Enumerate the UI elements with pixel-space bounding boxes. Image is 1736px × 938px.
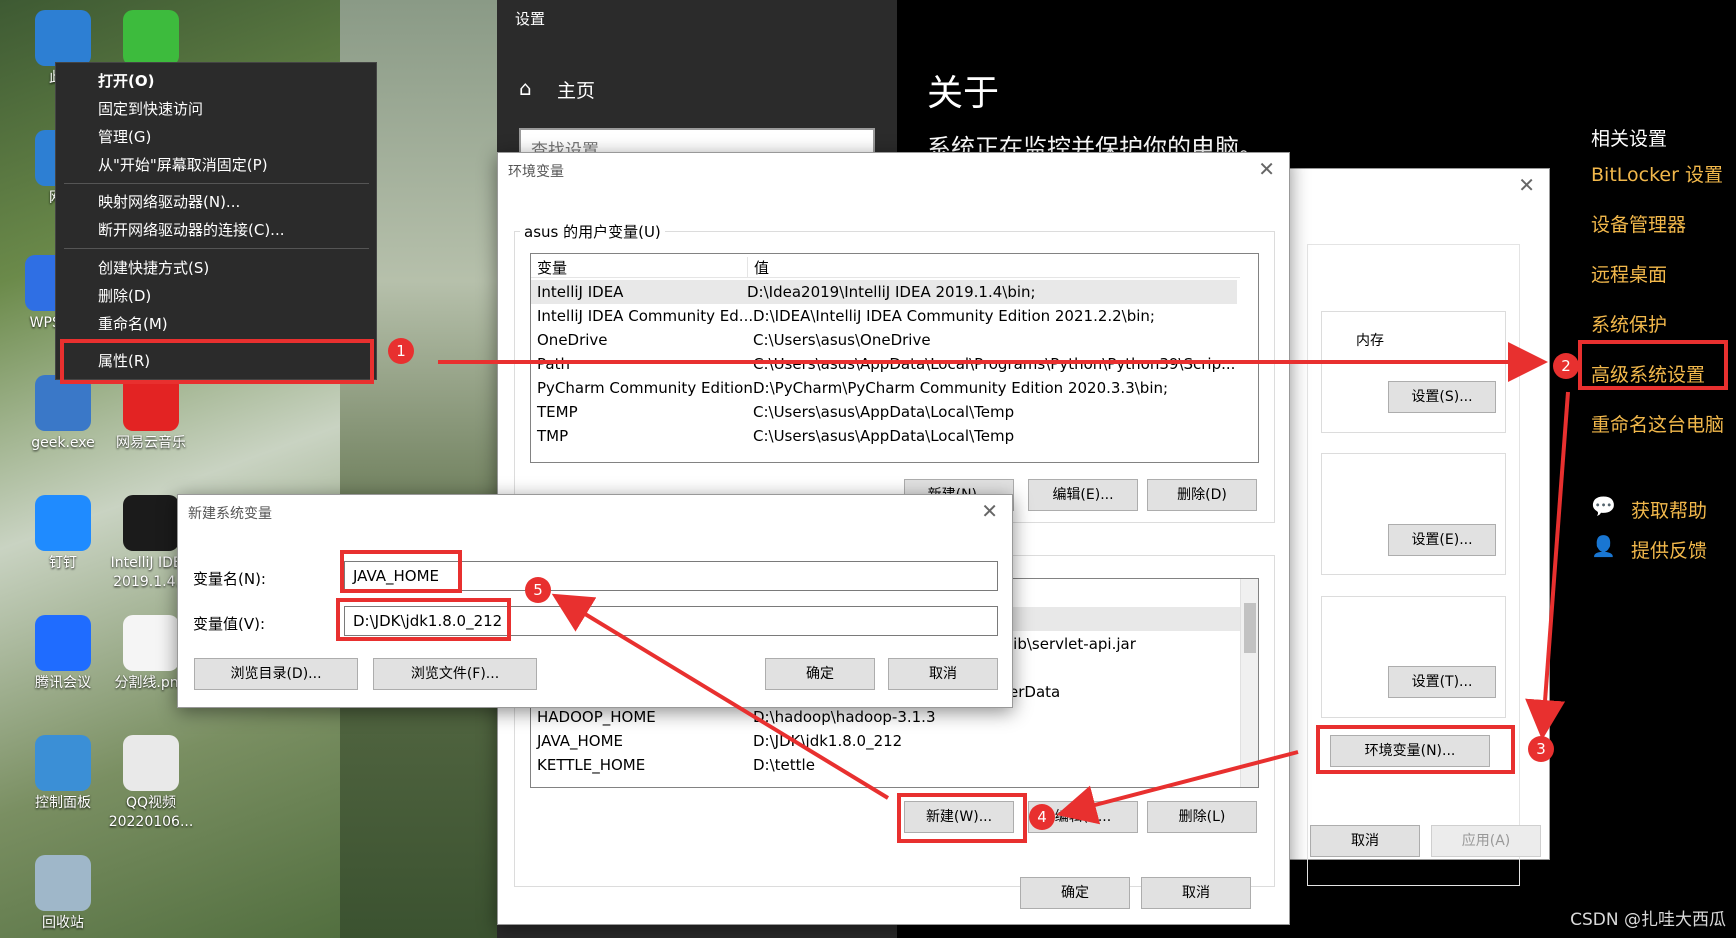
annotation-arrows [438,342,1570,825]
step-badge-1: 1 [388,338,414,364]
step-badge-4: 4 [1029,804,1055,830]
arrow-step-3 [1056,750,1299,825]
step-badge-2: 2 [1553,353,1579,379]
step-badge-3: 3 [1528,736,1554,762]
watermark: CSDN @扎哇大西瓜 [1570,910,1726,930]
step-badge-5: 5 [525,577,551,603]
arrow-step-2 [1525,391,1570,740]
arrow-step-4 [551,593,890,800]
